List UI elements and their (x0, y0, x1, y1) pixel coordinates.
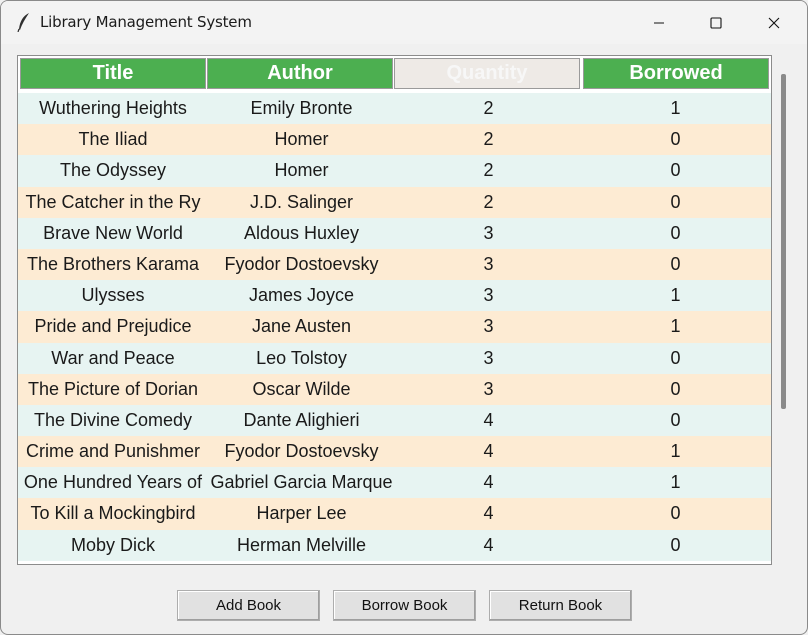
cell-title: Moby Dick (70, 534, 155, 555)
cell-title: Pride and Prejudice (34, 316, 192, 337)
cell-borrowed: 1 (670, 472, 681, 493)
table-row[interactable]: Wuthering Heights Emily Bronte 2 1 (18, 93, 771, 125)
cell-title: The Catcher in the Ry (25, 191, 201, 212)
cell-author: Fyodor Dostoevsky (224, 441, 379, 462)
column-header-author[interactable]: Author (207, 58, 393, 89)
cell-author: Harper Lee (256, 503, 347, 524)
table-row[interactable]: The Iliad Homer 2 0 (18, 124, 771, 156)
cell-author: Herman Melville (236, 534, 367, 555)
table-row[interactable]: Crime and Punishmer Fyodor Dostoevsky 4 1 (18, 436, 771, 468)
cell-borrowed: 1 (670, 285, 681, 306)
table-row[interactable]: The Picture of Dorian Oscar Wilde 3 0 (18, 373, 771, 405)
cell-author: J.D. Salinger (249, 191, 354, 212)
table-row[interactable]: Pride and Prejudice Jane Austen 3 1 (18, 311, 771, 343)
table-row[interactable]: One Hundred Years of Gabriel Garcia Marqu… (18, 467, 771, 499)
borrow-book-button[interactable]: Borrow Book (333, 590, 476, 621)
cell-title: To Kill a Mockingbird (30, 503, 196, 524)
cell-quantity: 4 (483, 534, 494, 555)
cell-quantity: 3 (483, 347, 494, 368)
window-title: Library Management System (40, 13, 252, 31)
cell-title: The Iliad (78, 129, 148, 150)
table-row[interactable]: War and Peace Leo Tolstoy 3 0 (18, 342, 771, 374)
cell-title: Ulysses (81, 285, 145, 306)
cell-author: Homer (274, 129, 329, 150)
add-book-button[interactable]: Add Book (177, 590, 320, 621)
app-window: Library Management System Title Author Q… (0, 0, 808, 635)
cell-author: Aldous Huxley (243, 222, 360, 243)
table-scrollbar[interactable] (781, 74, 786, 409)
cell-borrowed: 1 (670, 316, 681, 337)
cell-borrowed: 0 (670, 534, 681, 555)
cell-quantity: 2 (483, 160, 494, 181)
cell-borrowed: 1 (670, 98, 681, 118)
cell-quantity: 4 (483, 409, 494, 430)
cell-author: Homer (274, 160, 329, 181)
close-button[interactable] (745, 1, 803, 44)
close-icon (768, 17, 780, 28)
table-row[interactable]: Moby Dick Herman Melville 4 0 (18, 529, 771, 561)
minimize-icon (654, 22, 664, 23)
column-header-quantity[interactable]: Quantity (394, 58, 580, 89)
cell-title: Brave New World (43, 222, 183, 243)
cell-borrowed: 0 (670, 347, 681, 368)
column-header-borrowed[interactable]: Borrowed (583, 58, 769, 89)
cell-author: Dante Alighieri (243, 409, 360, 430)
cell-borrowed: 0 (670, 222, 681, 243)
cell-quantity: 3 (483, 378, 494, 399)
cell-title: War and Peace (51, 347, 175, 368)
cell-author: Oscar Wilde (252, 378, 351, 399)
cell-borrowed: 0 (670, 160, 681, 181)
cell-author: Emily Bronte (250, 98, 353, 118)
cell-title: Crime and Punishmer (25, 441, 201, 462)
cell-quantity: 2 (483, 191, 494, 212)
cell-quantity: 2 (483, 98, 494, 118)
column-header-title[interactable]: Title (20, 58, 206, 89)
cell-quantity: 3 (483, 316, 494, 337)
cell-quantity: 3 (483, 222, 494, 243)
table-row[interactable]: Brave New World Aldous Huxley 3 0 (18, 217, 771, 249)
table-row[interactable]: The Brothers Karama Fyodor Dostoevsky 3 0 (18, 248, 771, 281)
cell-title: The Odyssey (59, 160, 167, 181)
cell-author: Leo Tolstoy (256, 347, 347, 368)
table-row[interactable]: Ulysses James Joyce 3 1 (18, 280, 771, 312)
maximize-icon (710, 16, 722, 29)
cell-title: The Divine Comedy (33, 409, 193, 430)
cell-title: One Hundred Years of (23, 472, 203, 493)
cell-title: Wuthering Heights (39, 98, 187, 118)
table-header: Title Author Quantity Borrowed (18, 56, 771, 93)
books-table[interactable]: Title Author Quantity Borrowed Wuthering… (17, 55, 772, 565)
cell-quantity: 4 (483, 503, 494, 524)
cell-quantity: 4 (483, 441, 494, 462)
minimize-button[interactable] (630, 1, 688, 44)
cell-title: The Brothers Karama (26, 253, 200, 274)
cell-author: Jane Austen (251, 316, 352, 337)
cell-quantity: 4 (483, 472, 494, 493)
cell-author: James Joyce (248, 285, 355, 306)
cell-author: Gabriel Garcia Marque (210, 472, 393, 493)
cell-quantity: 2 (483, 129, 494, 150)
table-row[interactable]: The Odyssey Homer 2 0 (18, 155, 771, 187)
cell-borrowed: 0 (670, 253, 681, 274)
cell-borrowed: 0 (670, 129, 681, 150)
cell-borrowed: 1 (670, 441, 681, 462)
cell-borrowed: 0 (670, 503, 681, 524)
cell-quantity: 3 (483, 285, 494, 306)
title-bar: Library Management System (1, 1, 807, 44)
table-row[interactable]: The Catcher in the Ry J.D. Salinger 2 0 (18, 186, 771, 218)
table-row[interactable]: The Divine Comedy Dante Alighieri 4 0 (18, 404, 771, 437)
cell-borrowed: 0 (670, 191, 681, 212)
cell-quantity: 3 (483, 253, 494, 274)
maximize-button[interactable] (687, 1, 745, 44)
table-body: Wuthering Heights Emily Bronte 2 1 The Iliad… (18, 93, 771, 561)
feather-icon (17, 13, 29, 32)
table-row[interactable]: To Kill a Mockingbird Harper Lee 4 0 (18, 498, 771, 530)
cell-borrowed: 0 (670, 378, 681, 399)
cell-author: Fyodor Dostoevsky (224, 253, 379, 274)
cell-borrowed: 0 (670, 409, 681, 430)
cell-title: The Picture of Dorian (27, 378, 199, 399)
return-book-button[interactable]: Return Book (489, 590, 632, 621)
